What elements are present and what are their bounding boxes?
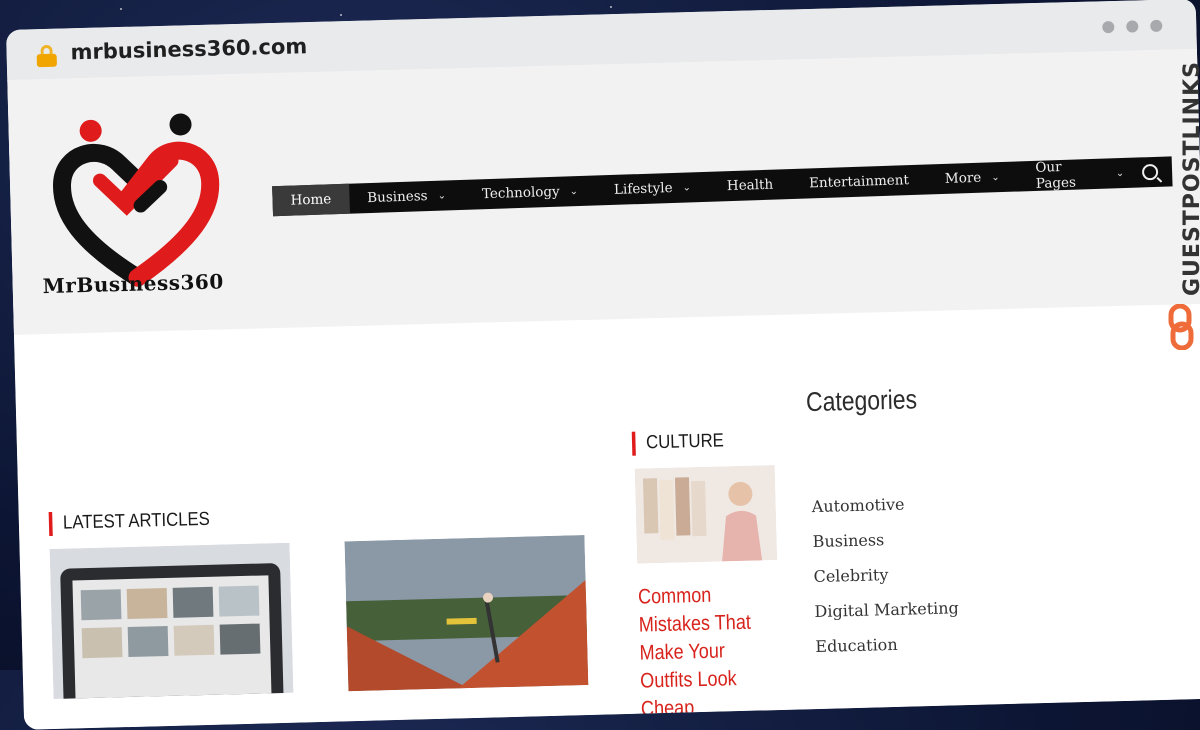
category-list: Automotive Business Celebrity Digital Ma… — [812, 493, 961, 672]
culture-heading: CULTURE — [631, 429, 725, 456]
heart-people-logo-icon[interactable] — [38, 99, 253, 294]
nav-label: Home — [290, 191, 332, 209]
culture-article-link[interactable]: Common Mistakes That Make Your Outfits L… — [638, 580, 779, 724]
category-link[interactable]: Automotive — [812, 493, 957, 532]
chevron-down-icon: ⌄ — [991, 171, 1000, 183]
nav-label: Health — [726, 176, 774, 195]
category-link[interactable]: Celebrity — [813, 563, 958, 602]
nav-label: Entertainment — [808, 172, 910, 192]
url-text[interactable]: mrbusiness360.com — [70, 34, 307, 64]
search-icon[interactable] — [1141, 163, 1159, 181]
chevron-down-icon: ⌄ — [437, 189, 447, 202]
nav-lifestyle[interactable]: Lifestyle ⌄ — [596, 172, 710, 206]
lock-icon — [36, 44, 57, 68]
nav-more[interactable]: More ⌄ — [926, 162, 1018, 195]
window-controls[interactable] — [1102, 19, 1163, 34]
nav-entertainment[interactable]: Entertainment — [791, 165, 928, 199]
fashion-article-image[interactable] — [634, 465, 778, 564]
logo-text[interactable]: MrBusiness360 — [42, 269, 224, 298]
dot-icon[interactable] — [1102, 20, 1115, 34]
chevron-down-icon: ⌄ — [1115, 167, 1125, 179]
roof-worker-article-image[interactable] — [344, 535, 589, 692]
nav-label: Our Pages — [1035, 159, 1077, 192]
nav-business[interactable]: Business ⌄ — [349, 180, 465, 214]
dot-icon[interactable] — [1150, 19, 1163, 33]
main-nav: Home Business ⌄ Technology ⌄ Lifestyle ⌄ He… — [272, 156, 1173, 217]
browser-window: mrbusiness360.com MrBusiness360 Home Bus… — [6, 0, 1200, 730]
website: MrBusiness360 Home Business ⌄ Technology ⌄… — [7, 48, 1200, 730]
chevron-down-icon: ⌄ — [682, 181, 692, 194]
laptop-article-image[interactable] — [49, 542, 294, 699]
site-header: MrBusiness360 Home Business ⌄ Technology ⌄… — [7, 48, 1200, 335]
nav-label: Business — [366, 188, 428, 207]
watermark-text: GUESTPOSTLINKS — [1180, 61, 1200, 296]
dot-icon[interactable] — [1126, 20, 1139, 33]
nav-our-pages[interactable]: Our Pages ⌄ — [1017, 157, 1143, 192]
categories-heading: Categories — [805, 384, 918, 418]
nav-health[interactable]: Health — [708, 169, 791, 202]
nav-technology[interactable]: Technology ⌄ — [463, 175, 596, 209]
nav-label: Technology — [481, 183, 560, 203]
category-link[interactable]: Business — [812, 528, 957, 567]
chain-link-icon — [1168, 304, 1194, 350]
category-link[interactable]: Education — [815, 633, 960, 672]
nav-label: More — [944, 169, 982, 187]
latest-articles-heading: LATEST ARTICLES — [48, 507, 211, 537]
nav-home[interactable]: Home — [272, 183, 350, 217]
chevron-down-icon: ⌄ — [569, 185, 579, 197]
category-link[interactable]: Digital Marketing — [814, 598, 959, 637]
nav-label: Lifestyle — [613, 179, 673, 198]
